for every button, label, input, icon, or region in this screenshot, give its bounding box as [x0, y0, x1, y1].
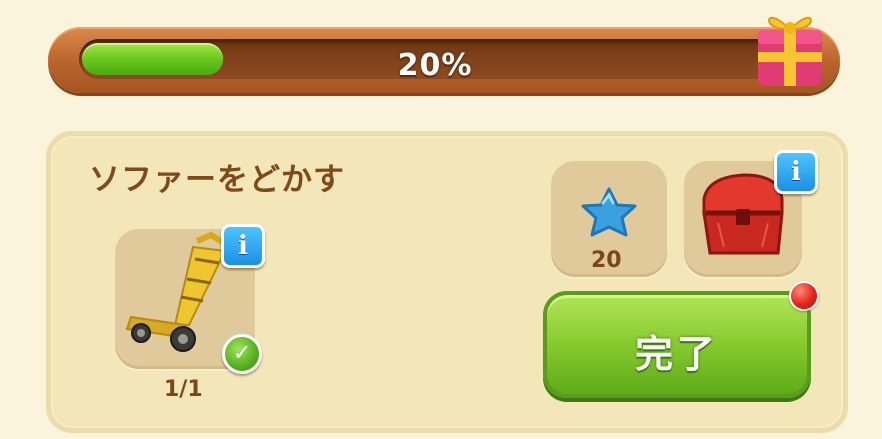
- chest-info-button[interactable]: i: [774, 150, 818, 194]
- progress-percent-label: 20%: [397, 48, 473, 83]
- tool-info-button[interactable]: i: [221, 224, 265, 268]
- progress-bar: 20%: [48, 27, 840, 93]
- gift-box-icon[interactable]: [748, 0, 832, 90]
- tool-count: 1/1: [164, 377, 203, 402]
- task-title: ソファーをどかす: [89, 162, 345, 198]
- complete-button-label: 完了: [634, 332, 719, 376]
- check-icon: ✓: [222, 334, 262, 374]
- task-panel: ソファーをどかす i ✓ 1/1 20 i 完了: [46, 131, 848, 433]
- progress-track: 20%: [79, 39, 791, 83]
- complete-button[interactable]: 完了: [543, 291, 811, 398]
- notification-dot: [789, 281, 819, 311]
- star-count: 20: [591, 248, 622, 273]
